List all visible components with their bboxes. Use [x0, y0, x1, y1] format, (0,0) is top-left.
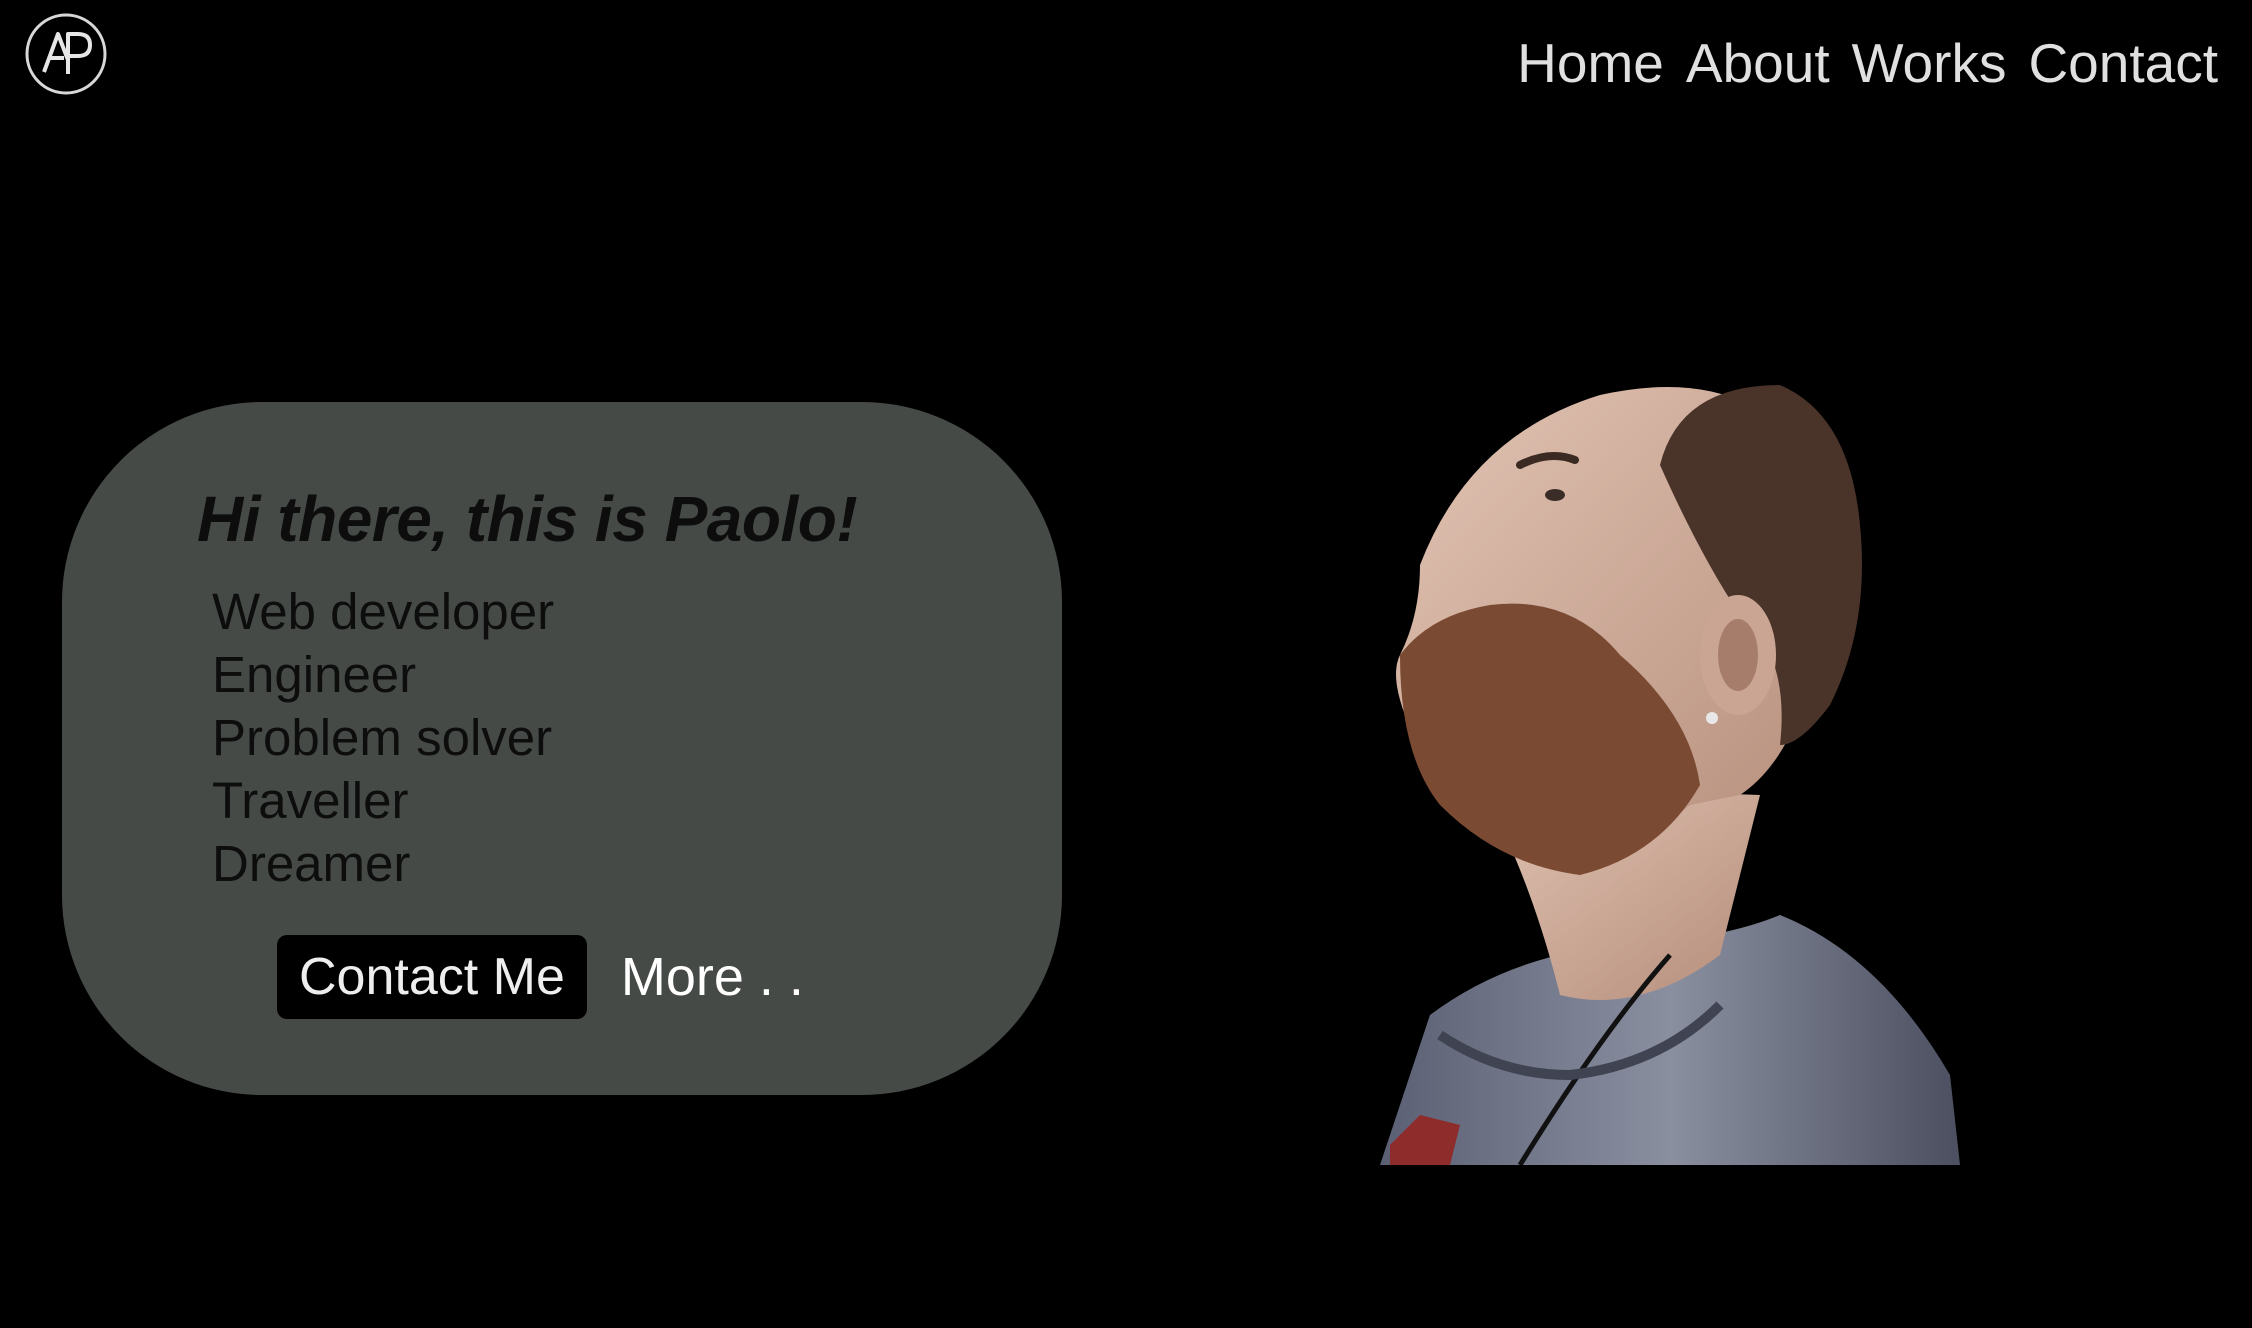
role-item: Web developer: [212, 583, 555, 640]
hero-actions: Contact Me More . .: [277, 935, 804, 1019]
contact-me-button[interactable]: Contact Me: [277, 935, 587, 1019]
more-link[interactable]: More . .: [621, 946, 804, 1008]
role-item: Engineer: [212, 646, 417, 703]
hero-card: Hi there, this is Paolo! Web developer E…: [62, 402, 1062, 1095]
logo-icon[interactable]: [24, 12, 108, 96]
nav-about-link[interactable]: About: [1686, 28, 1830, 98]
nav-home-link[interactable]: Home: [1517, 28, 1664, 98]
nav-works-link[interactable]: Works: [1852, 28, 2007, 98]
roles-list: Web developer Engineer Problem solver Tr…: [212, 580, 554, 895]
role-item: Problem solver: [212, 709, 553, 766]
role-item: Traveller: [212, 772, 409, 829]
hero-title: Hi there, this is Paolo!: [197, 483, 858, 555]
nav-contact-link[interactable]: Contact: [2028, 28, 2218, 98]
monogram-logo-icon: [25, 13, 107, 95]
main-nav: Home About Works Contact: [1517, 28, 2218, 98]
role-item: Dreamer: [212, 835, 411, 892]
portrait-photo: [1360, 355, 1980, 1165]
